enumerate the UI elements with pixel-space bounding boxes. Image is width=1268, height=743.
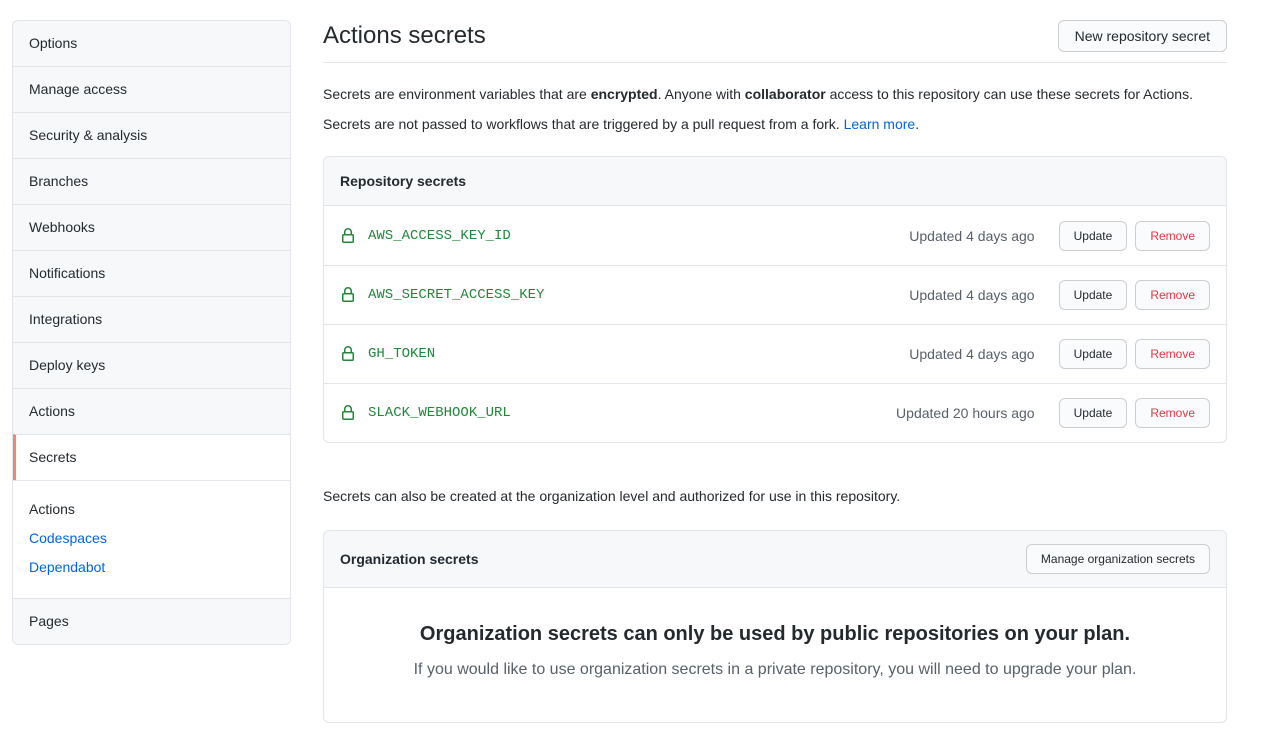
description-segment: Secrets are environment variables that a… [323,86,591,102]
manage-organization-secrets-button[interactable]: Manage organization secrets [1026,544,1210,574]
secret-updated: Updated 4 days ago [909,346,1034,362]
sidebar-item-webhooks[interactable]: Webhooks [13,204,290,250]
secrets-subnav: Actions Codespaces Dependabot [13,480,290,598]
lock-icon [340,346,356,362]
sidebar-item-notifications[interactable]: Notifications [13,250,290,296]
sidebar-item-manage-access[interactable]: Manage access [13,66,290,112]
secret-row: SLACK_WEBHOOK_URL Updated 20 hours ago U… [324,383,1226,442]
blankslate-title: Organization secrets can only be used by… [364,620,1186,648]
secret-name: AWS_SECRET_ACCESS_KEY [368,287,544,303]
new-repository-secret-button[interactable]: New repository secret [1058,20,1227,52]
organization-secrets-header: Organization secrets Manage organization… [324,531,1226,588]
update-secret-button[interactable]: Update [1059,221,1128,251]
settings-sidebar: Options Manage access Security & analysi… [12,20,291,645]
sidebar-item-options[interactable]: Options [13,21,290,66]
remove-secret-button[interactable]: Remove [1135,398,1210,428]
main-content: Actions secrets New repository secret Se… [323,20,1227,723]
remove-secret-button[interactable]: Remove [1135,280,1210,310]
remove-secret-button[interactable]: Remove [1135,221,1210,251]
repo-settings-page: Options Manage access Security & analysi… [0,0,1268,723]
repository-secrets-header: Repository secrets [324,157,1226,206]
description-segment: . Anyone with [658,86,745,102]
org-secrets-note: Secrets can also be created at the organ… [323,488,1227,504]
lock-icon [340,405,356,421]
description-bold-encrypted: encrypted [591,86,658,102]
secret-row: AWS_ACCESS_KEY_ID Updated 4 days ago Upd… [324,206,1226,265]
secrets-description: Secrets are environment variables that a… [323,79,1227,139]
sidebar-item-pages[interactable]: Pages [13,598,290,644]
learn-more-link[interactable]: Learn more [844,116,916,132]
repository-secrets-box: Repository secrets AWS_ACCESS_KEY_ID Upd… [323,156,1227,443]
subnav-item-dependabot[interactable]: Dependabot [13,553,290,582]
lock-icon [340,287,356,303]
subnav-item-codespaces[interactable]: Codespaces [13,524,290,553]
org-secrets-blankslate: Organization secrets can only be used by… [324,588,1226,722]
subnav-item-actions[interactable]: Actions [13,495,290,524]
secret-row: AWS_SECRET_ACCESS_KEY Updated 4 days ago… [324,265,1226,324]
page-title: Actions secrets [323,20,486,52]
description-segment: . [915,116,919,132]
remove-secret-button[interactable]: Remove [1135,339,1210,369]
sidebar-item-security-analysis[interactable]: Security & analysis [13,112,290,158]
description-bold-collaborator: collaborator [745,86,826,102]
secret-row: GH_TOKEN Updated 4 days ago Update Remov… [324,324,1226,383]
update-secret-button[interactable]: Update [1059,339,1128,369]
organization-secrets-title: Organization secrets [340,551,479,567]
secret-updated: Updated 4 days ago [909,228,1034,244]
sidebar-item-actions[interactable]: Actions [13,388,290,434]
blankslate-subtitle: If you would like to use organization se… [364,658,1186,682]
update-secret-button[interactable]: Update [1059,280,1128,310]
lock-icon [340,228,356,244]
sidebar-item-integrations[interactable]: Integrations [13,296,290,342]
sidebar-item-deploy-keys[interactable]: Deploy keys [13,342,290,388]
secret-updated: Updated 4 days ago [909,287,1034,303]
organization-secrets-box: Organization secrets Manage organization… [323,530,1227,723]
update-secret-button[interactable]: Update [1059,398,1128,428]
page-header: Actions secrets New repository secret [323,20,1227,63]
secret-name: GH_TOKEN [368,346,435,362]
secret-name: AWS_ACCESS_KEY_ID [368,228,511,244]
secret-updated: Updated 20 hours ago [896,405,1035,421]
secret-name: SLACK_WEBHOOK_URL [368,405,511,421]
sidebar-item-secrets[interactable]: Secrets [13,434,290,480]
sidebar-item-branches[interactable]: Branches [13,158,290,204]
